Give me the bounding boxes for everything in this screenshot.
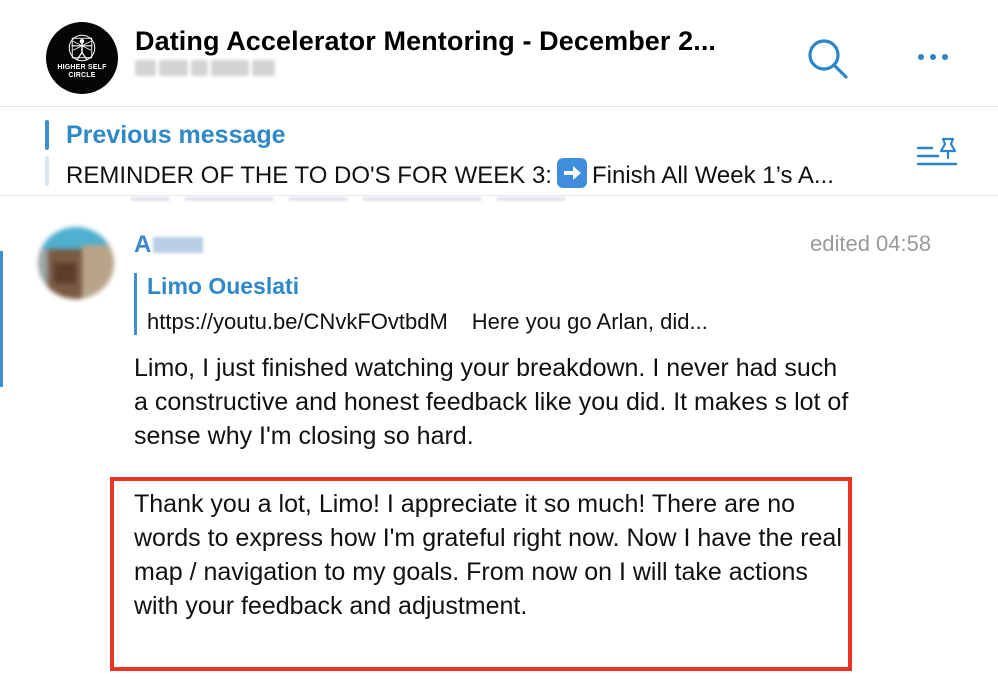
sender-avatar[interactable]	[38, 227, 114, 299]
message-text-paragraph-1: Limo, I just finished watching your brea…	[134, 354, 849, 450]
logo-text: HIGHER SELF CIRCLE	[57, 63, 107, 79]
pinned-list-icon[interactable]	[916, 136, 960, 172]
reply-snippet: Here you go Arlan, did...	[471, 309, 708, 334]
vitruvian-man-icon	[68, 34, 96, 61]
message-timestamp: edited 04:58	[810, 231, 932, 256]
redacted-sender-name	[153, 237, 204, 253]
reply-quote[interactable]: Limo Oueslati https://youtu.be/CNvkFOvtb…	[134, 269, 834, 339]
pinned-text: REMINDER OF THE TO DO'S FOR WEEK 3: Finis…	[66, 158, 834, 190]
reply-bar	[134, 273, 137, 335]
reply-text: https://youtu.be/CNvkFOvtbdM Here you go …	[147, 309, 708, 335]
selected-message-indicator	[0, 251, 3, 387]
redacted-row	[130, 197, 770, 203]
reply-author: Limo Oueslati	[147, 273, 300, 299]
pinned-label: Previous message	[66, 121, 286, 149]
message-list[interactable]: A edited 04:58 Limo Oueslati https://you…	[0, 197, 998, 682]
search-icon[interactable]	[804, 36, 850, 82]
pinned-message-bar[interactable]: Previous message REMINDER OF THE TO DO'S…	[0, 108, 998, 196]
redacted-subtitle	[135, 60, 275, 78]
chat-header: HIGHER SELF CIRCLE Dating Accelerator Me…	[0, 0, 998, 107]
reply-url: https://youtu.be/CNvkFOvtbdM	[147, 309, 448, 334]
sender-name[interactable]: A	[134, 231, 204, 259]
chat-title[interactable]: Dating Accelerator Mentoring - December …	[135, 26, 716, 57]
group-avatar[interactable]: HIGHER SELF CIRCLE	[46, 22, 118, 94]
right-arrow-emoji-icon	[556, 158, 587, 188]
message-text-paragraph-2: Thank you a lot, Limo! I appreciate it s…	[134, 490, 842, 620]
more-options-icon[interactable]	[910, 42, 956, 72]
pinned-indicator-active	[45, 120, 49, 150]
pinned-indicator-idle	[45, 156, 49, 186]
